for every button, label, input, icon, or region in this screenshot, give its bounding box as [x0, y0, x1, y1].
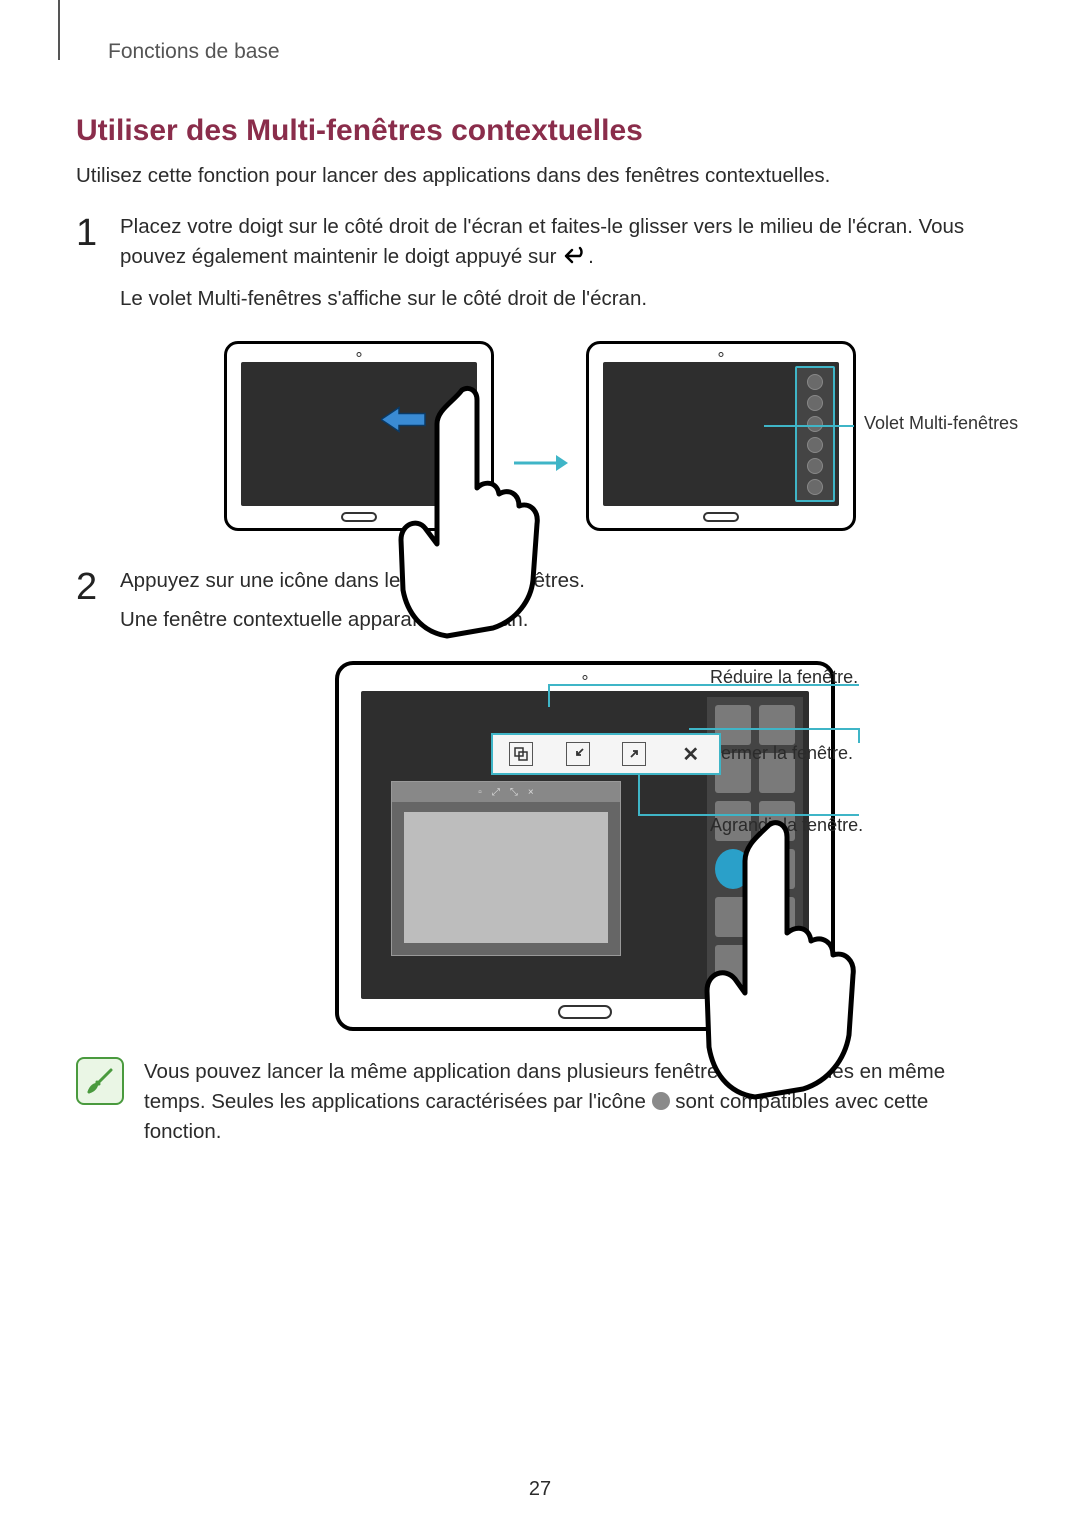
hand-tap-icon [679, 815, 879, 1115]
close-window-icon: ✕ [679, 742, 703, 766]
step-1-text-a: Placez votre doigt sur le côté droit de … [120, 215, 964, 269]
figure-1: Volet Multi-fenêtres [90, 341, 990, 536]
hand-swipe-icon [367, 384, 567, 644]
page-title: Utiliser des Multi-fenêtres contextuelle… [76, 114, 990, 148]
background-window: ▫ ⤢ ⤡ × [391, 781, 621, 956]
callout-multi-window-panel: Volet Multi-fenêtres [864, 413, 1080, 434]
page-number: 27 [0, 1478, 1080, 1501]
bg-enlarge-icon: ⤡ [510, 787, 518, 798]
tablet-popup: ▫ ⤢ ⤡ × ✕ [335, 661, 835, 1031]
tablet-after [586, 341, 856, 531]
compatible-app-dot-icon [652, 1092, 670, 1110]
bg-reduce-icon: ⤢ [492, 787, 500, 798]
tablet-before [224, 341, 494, 531]
multi-window-panel [795, 366, 835, 502]
step-1-text-line-2: Le volet Multi-fenêtres s'affiche sur le… [120, 284, 990, 315]
window-move-icon [509, 742, 533, 766]
figure-2: ▫ ⤢ ⤡ × ✕ [180, 661, 990, 1031]
intro-paragraph: Utilisez cette fonction pour lancer des … [76, 162, 990, 190]
breadcrumb: Fonctions de base [108, 40, 990, 64]
bg-window-icon: ▫ [478, 787, 482, 798]
bg-close-icon: × [528, 787, 534, 798]
step-number-1: 1 [76, 212, 120, 323]
step-1: 1 Placez votre doigt sur le côté droit d… [76, 212, 990, 323]
step-1-text-b: . [588, 245, 594, 268]
step-1-text-line-1: Placez votre doigt sur le côté droit de … [120, 212, 990, 277]
back-icon [562, 245, 588, 276]
popup-window-bar: ✕ [491, 733, 721, 775]
callout-close: Fermer la fenêtre. [710, 743, 853, 764]
reduce-window-icon [566, 742, 590, 766]
step-number-2: 2 [76, 566, 120, 644]
note-icon [76, 1057, 124, 1105]
callout-reduce: Réduire la fenêtre. [710, 667, 858, 688]
enlarge-window-icon [622, 742, 646, 766]
